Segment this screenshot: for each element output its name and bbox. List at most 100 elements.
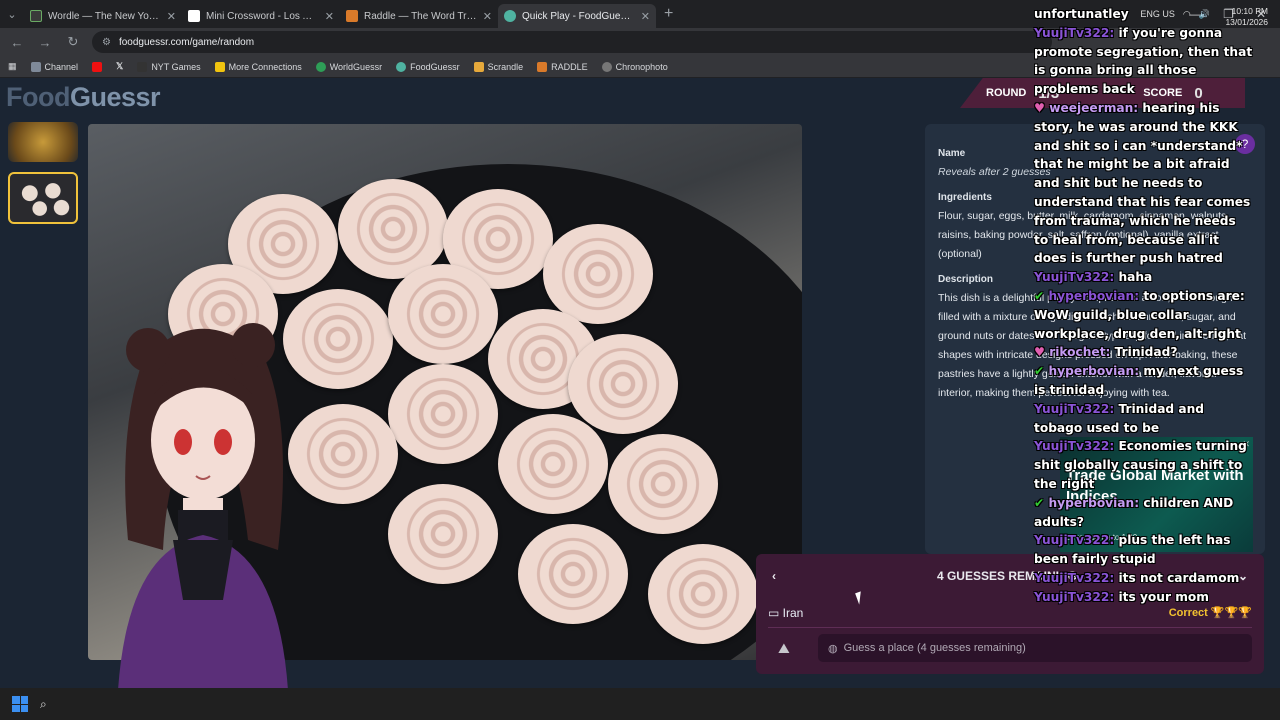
heart-badge-icon: ♥ (1034, 100, 1045, 115)
guess-country: Iran (782, 605, 804, 620)
chat-message: ♥ rikochet: Trinidad? (1034, 343, 1254, 362)
pastry (498, 414, 608, 514)
tab-mini-crossword[interactable]: Mini Crossword - Los Angeles Ti ✕ (182, 4, 340, 28)
search-icon[interactable]: ⌕ (40, 697, 47, 712)
chat-username: YuujiTv322: (1034, 439, 1115, 454)
guess-result: Correct 🏆🏆🏆 (1168, 607, 1252, 619)
volume-icon[interactable]: 🔊 (1199, 9, 1210, 20)
tab-title: Quick Play - FoodGuessr | Food (522, 10, 635, 22)
round-label: ROUND (986, 87, 1027, 99)
bookmark-channel[interactable]: Channel (30, 61, 78, 72)
chat-text: its your mom (1118, 589, 1209, 604)
thumbnail-2-selected[interactable] (8, 172, 78, 224)
close-tab-icon[interactable]: ✕ (167, 10, 176, 23)
chat-message: ✔ hyperbovian: my next guess is trinidad (1034, 362, 1254, 400)
guess-input[interactable]: ◍ Guess a place (4 guesses remaining) (818, 634, 1252, 662)
bookmark-chronophoto[interactable]: Chronophoto (601, 61, 668, 72)
raddle-favicon-icon (346, 10, 358, 22)
chat-username: hyperbovian: (1048, 288, 1140, 303)
language-indicator[interactable]: ENG US (1140, 9, 1175, 20)
close-tab-icon[interactable]: ✕ (483, 10, 492, 23)
pastry (388, 484, 498, 584)
chat-username: hyperbovian: (1048, 364, 1140, 379)
bookmark-more-connections[interactable]: More Connections (214, 61, 302, 72)
camera-icon (601, 61, 612, 72)
lat-favicon-icon (188, 10, 200, 22)
youtube-icon (92, 61, 103, 72)
pastry (543, 224, 653, 324)
flag-icon: ▭ (768, 605, 783, 620)
tab-raddle[interactable]: Raddle — The Word Transform ✕ (340, 4, 498, 28)
photo-thumbnails (8, 122, 78, 224)
chat-message: YuujiTv322: Trinidad and tobago used to … (1034, 400, 1254, 438)
chat-username: YuujiTv322: (1034, 533, 1115, 548)
close-tab-icon[interactable]: ✕ (325, 10, 334, 23)
chat-username: rikochet: (1049, 345, 1111, 360)
stream-chat-overlay: unfortunatley YuujiTv322: if you're gonn… (1034, 5, 1254, 607)
pastry (388, 264, 498, 364)
chat-message: ✔ hyperbovian: to options are: WoW guild… (1034, 287, 1254, 343)
chat-text: hearing his story, he was around the KKK… (1034, 100, 1251, 266)
scrandle-icon (473, 61, 484, 72)
globe-icon (315, 61, 326, 72)
pastry (568, 334, 678, 434)
tab-title: Wordle — The New York Times (48, 10, 161, 22)
chat-message: YuujiTv322: if you're gonna promote segr… (1034, 24, 1254, 99)
bookmark-raddle[interactable]: RADDLE (537, 61, 588, 72)
guess-placeholder: Guess a place (4 guesses remaining) (843, 642, 1026, 654)
grid-icon (214, 61, 225, 72)
bookmark-foodguessr[interactable]: FoodGuessr (396, 61, 460, 72)
reload-icon[interactable]: ↻ (64, 34, 82, 50)
tab-title: Raddle — The Word Transform (364, 10, 477, 22)
chat-message: YuujiTv322: haha (1034, 268, 1254, 287)
site-info-icon[interactable]: ⚙ (102, 37, 111, 48)
pastry (648, 544, 758, 644)
bookmark-x[interactable]: 𝕏 (116, 61, 123, 72)
windows-taskbar: ⌕ (0, 688, 1280, 720)
system-tray: ENG US ◠ 🔊 (1140, 9, 1210, 20)
back-icon[interactable]: ← (8, 35, 26, 50)
chat-message: YuujiTv322: plus the left has been fairl… (1034, 531, 1254, 569)
wifi-icon[interactable]: ◠ (1183, 9, 1191, 20)
chat-username: YuujiTv322: (1034, 570, 1115, 585)
x-icon: 𝕏 (116, 61, 124, 71)
chat-message: YuujiTv322: its your mom (1034, 588, 1254, 607)
pastry (518, 524, 628, 624)
pastry (608, 434, 718, 534)
wordle-favicon-icon (30, 10, 42, 22)
bookmark-worldguessr[interactable]: WorldGuessr (315, 61, 382, 72)
nyt-icon (137, 61, 148, 72)
chat-username: YuujiTv322: (1034, 270, 1115, 285)
chat-username: weejeerman: (1049, 100, 1139, 115)
map-icon[interactable]: ⛰ (778, 640, 790, 657)
forward-icon[interactable]: → (36, 35, 54, 50)
vtuber-avatar (118, 323, 288, 690)
chat-username: YuujiTv322: (1034, 589, 1115, 604)
check-badge-icon: ✔ (1034, 364, 1045, 379)
tab-foodguessr[interactable]: Quick Play - FoodGuessr | Food ✕ (498, 4, 656, 28)
raddle-icon (537, 61, 548, 72)
new-tab-icon[interactable]: + (656, 5, 681, 23)
tab-list-icon[interactable]: ⌄ (0, 0, 24, 28)
apps-icon[interactable]: ▦ (8, 61, 17, 72)
thumbnail-1[interactable] (8, 122, 78, 162)
chat-text: haha (1118, 270, 1153, 285)
bookmark-youtube[interactable] (92, 61, 103, 72)
folder-icon (30, 61, 41, 72)
heart-badge-icon: ♥ (1034, 345, 1045, 360)
close-tab-icon[interactable]: ✕ (641, 10, 650, 23)
bookmark-nyt-games[interactable]: NYT Games (137, 61, 201, 72)
chat-text: its not cardamom (1118, 570, 1240, 585)
taskbar-clock[interactable]: 10:10 PM 13/01/2026 (1225, 6, 1268, 28)
bookmark-scrandle[interactable]: Scrandle (473, 61, 523, 72)
foodguessr-favicon-icon (504, 10, 516, 22)
chevron-left-icon[interactable]: ‹ (772, 569, 776, 583)
chat-message: ♥ weejeerman: hearing his story, he was … (1034, 99, 1254, 268)
foodguessr-logo[interactable]: FoodGuessr (6, 82, 161, 113)
url-field[interactable]: ⚙ foodguessr.com/game/random (92, 31, 1052, 53)
windows-start-icon[interactable] (12, 696, 28, 712)
tab-wordle[interactable]: Wordle — The New York Times ✕ (24, 4, 182, 28)
chat-username: YuujiTv322: (1034, 401, 1115, 416)
check-badge-icon: ✔ (1034, 288, 1045, 303)
pastry (388, 364, 498, 464)
